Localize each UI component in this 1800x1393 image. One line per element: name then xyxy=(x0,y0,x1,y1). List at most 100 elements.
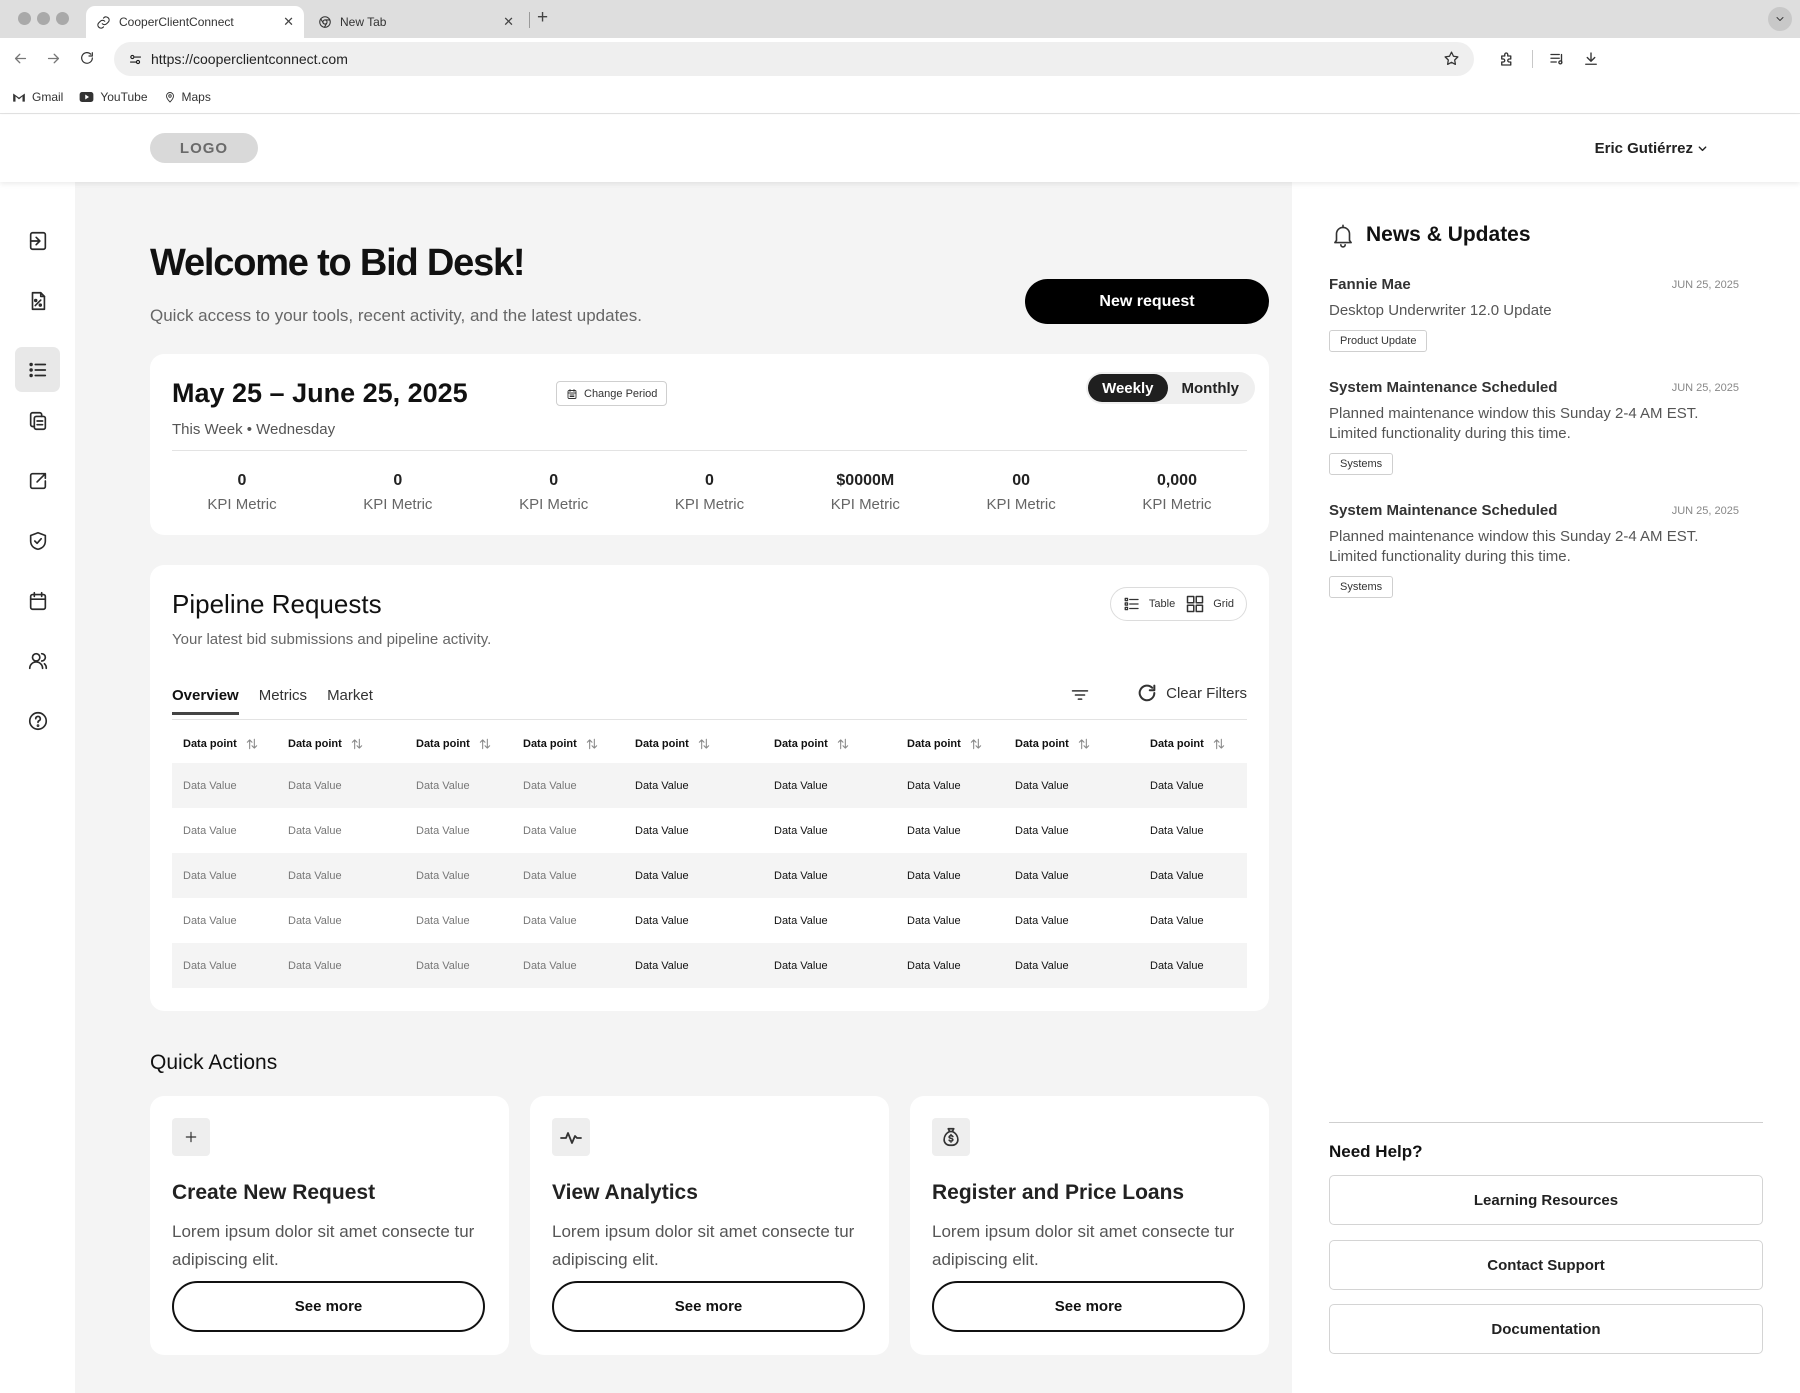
kpi-metric: 0 KPI Metric xyxy=(328,472,468,513)
column-header[interactable]: Data point xyxy=(624,737,763,751)
column-header[interactable]: Data point xyxy=(1139,737,1247,751)
tabs-divider xyxy=(172,719,1247,720)
quick-action-description: Lorem ipsum dolor sit amet consecte tur … xyxy=(552,1222,855,1269)
tab-market[interactable]: Market xyxy=(327,687,373,715)
media-queue-icon[interactable] xyxy=(1548,50,1566,68)
news-item-tag: Systems xyxy=(1329,453,1394,475)
column-header[interactable]: Data point xyxy=(1004,737,1139,751)
bookmark-gmail[interactable]: Gmail xyxy=(12,90,63,104)
sort-arrows-icon[interactable] xyxy=(585,737,599,751)
site-settings-icon[interactable] xyxy=(128,52,143,67)
table-cell: Data Value xyxy=(1015,869,1069,882)
pipeline-requests-card: Pipeline Requests Your latest bid submis… xyxy=(150,565,1269,1011)
news-item[interactable]: Fannie Mae JUN 25, 2025 Desktop Underwri… xyxy=(1329,276,1739,352)
column-header[interactable]: Data point xyxy=(277,737,405,751)
extensions-puzzle-icon[interactable] xyxy=(1498,50,1516,68)
tab-overview[interactable]: Overview xyxy=(172,687,239,715)
table-cell: Data Value xyxy=(1150,824,1204,837)
sidebar-item-sign-in[interactable] xyxy=(15,218,60,263)
news-item-date: JUN 25, 2025 xyxy=(1671,504,1739,517)
clear-filters-button[interactable]: Clear Filters xyxy=(1136,682,1247,704)
toggle-weekly[interactable]: Weekly xyxy=(1088,374,1168,402)
toggle-monthly[interactable]: Monthly xyxy=(1168,374,1254,402)
table-row[interactable]: Data Value Data Value Data Value Data Value… xyxy=(172,943,1247,988)
bookmark-star-icon[interactable] xyxy=(1443,50,1460,67)
sort-arrows-icon[interactable] xyxy=(697,737,711,751)
view-grid-button[interactable]: Grid xyxy=(1185,594,1234,614)
table-cell: Data Value xyxy=(774,914,828,927)
table-row[interactable]: Data Value Data Value Data Value Data Value… xyxy=(172,808,1247,853)
table-row[interactable]: Data Value Data Value Data Value Data Value… xyxy=(172,763,1247,808)
sort-arrows-icon[interactable] xyxy=(969,737,983,751)
documentation-button[interactable]: Documentation xyxy=(1329,1304,1763,1354)
news-header: News & Updates xyxy=(1330,222,1531,248)
filter-icon[interactable] xyxy=(1070,685,1090,705)
tab-list-chevron-icon[interactable] xyxy=(1768,7,1792,31)
download-icon[interactable] xyxy=(1582,50,1600,68)
window-close-control[interactable] xyxy=(18,12,31,25)
sidebar-item-documents[interactable] xyxy=(15,398,60,443)
table-row[interactable]: Data Value Data Value Data Value Data Value… xyxy=(172,853,1247,898)
sort-arrows-icon[interactable] xyxy=(350,737,364,751)
column-header[interactable]: Data point xyxy=(172,737,277,751)
column-header[interactable]: Data point xyxy=(896,737,1004,751)
sidebar-item-share[interactable] xyxy=(15,458,60,503)
browser-tab-active[interactable]: CooperClientConnect ✕ xyxy=(86,6,304,38)
users-icon xyxy=(27,650,49,672)
browser-tab-new[interactable]: New Tab ✕ xyxy=(308,6,524,38)
see-more-button[interactable]: See more xyxy=(172,1281,485,1332)
user-menu[interactable]: Eric Gutiérrez xyxy=(1595,140,1708,157)
new-request-button[interactable]: New request xyxy=(1025,279,1269,324)
see-more-button[interactable]: See more xyxy=(552,1281,865,1332)
tab-close-icon[interactable]: ✕ xyxy=(283,14,294,30)
sort-arrows-icon[interactable] xyxy=(1077,737,1091,751)
sort-arrows-icon[interactable] xyxy=(245,737,259,751)
table-cell: Data Value xyxy=(523,779,577,792)
kpi-label: KPI Metric xyxy=(519,496,589,513)
new-tab-plus-icon[interactable]: + xyxy=(537,7,548,29)
sidebar-item-calendar[interactable] xyxy=(15,578,60,623)
view-table-button[interactable]: Table xyxy=(1123,595,1175,613)
table-cell: Data Value xyxy=(288,869,342,882)
address-bar[interactable]: https://cooperclientconnect.com xyxy=(114,42,1474,76)
column-header[interactable]: Data point xyxy=(763,737,896,751)
table-cell: Data Value xyxy=(907,779,961,792)
change-period-button[interactable]: Change Period xyxy=(556,381,668,406)
forward-arrow-icon[interactable] xyxy=(45,50,62,67)
quick-actions-title: Quick Actions xyxy=(150,1051,278,1074)
table-cell: Data Value xyxy=(774,824,828,837)
window-maximize-control[interactable] xyxy=(56,12,69,25)
see-more-button[interactable]: See more xyxy=(932,1281,1245,1332)
news-item[interactable]: System Maintenance Scheduled JUN 25, 202… xyxy=(1329,379,1739,475)
column-header-label: Data point xyxy=(907,738,961,750)
back-arrow-icon[interactable] xyxy=(12,50,29,67)
table-row[interactable]: Data Value Data Value Data Value Data Value… xyxy=(172,898,1247,943)
sidebar-item-users[interactable] xyxy=(15,638,60,683)
news-item-tag: Systems xyxy=(1329,576,1394,598)
user-name: Eric Gutiérrez xyxy=(1594,140,1693,157)
logo[interactable]: LOGO xyxy=(150,133,258,163)
column-header[interactable]: Data point xyxy=(512,737,624,751)
sort-arrows-icon[interactable] xyxy=(478,737,492,751)
sidebar-item-security[interactable] xyxy=(15,518,60,563)
contact-support-button[interactable]: Contact Support xyxy=(1329,1240,1763,1290)
sidebar-item-pipeline[interactable] xyxy=(15,347,60,392)
sort-arrows-icon[interactable] xyxy=(836,737,850,751)
window-minimize-control[interactable] xyxy=(37,12,50,25)
sidebar-item-help[interactable] xyxy=(15,698,60,743)
page-title: Welcome to Bid Desk! xyxy=(150,242,526,284)
column-header[interactable]: Data point xyxy=(405,737,512,751)
table-body: Data Value Data Value Data Value Data Value… xyxy=(172,763,1247,988)
bookmark-maps[interactable]: Maps xyxy=(164,90,211,104)
tab-close-icon[interactable]: ✕ xyxy=(503,14,514,30)
reload-icon[interactable] xyxy=(79,50,95,66)
tab-metrics[interactable]: Metrics xyxy=(259,687,307,715)
sort-arrows-icon[interactable] xyxy=(1212,737,1226,751)
table-cell: Data Value xyxy=(288,779,342,792)
learning-resources-button[interactable]: Learning Resources xyxy=(1329,1175,1763,1225)
news-item[interactable]: System Maintenance Scheduled JUN 25, 202… xyxy=(1329,502,1739,598)
sidebar-item-rates[interactable] xyxy=(15,278,60,323)
bookmark-youtube[interactable]: YouTube xyxy=(79,90,148,104)
quick-action-title: Create New Request xyxy=(172,1181,376,1204)
help-divider xyxy=(1329,1122,1763,1123)
